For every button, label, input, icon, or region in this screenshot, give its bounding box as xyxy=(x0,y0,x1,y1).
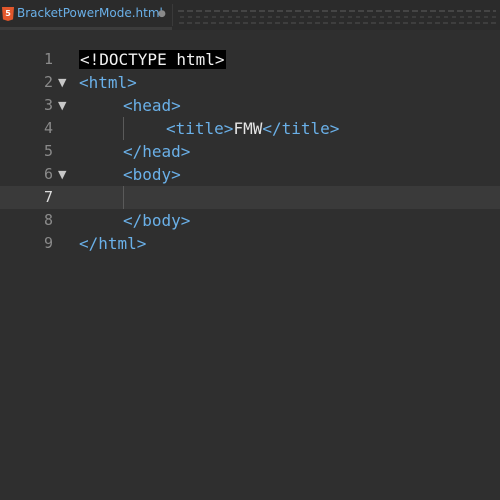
tabbar-background-pattern xyxy=(178,10,496,24)
doctype-declaration: <!DOCTYPE html> xyxy=(79,50,226,69)
line-content: <title>FMW</title> xyxy=(166,117,339,140)
line-content: </body> xyxy=(123,209,190,232)
title-close-tag: </title> xyxy=(262,119,340,138)
line-number: 5 xyxy=(43,142,53,160)
tab-bar: 5 BracketPowerMode.html ● xyxy=(0,0,500,30)
code-line-6[interactable]: 6 ▼ <body> xyxy=(0,163,500,186)
modified-dot-icon[interactable]: ● xyxy=(158,9,166,19)
head-open-tag: <head> xyxy=(123,96,181,115)
body-open-tag: <body> xyxy=(123,165,181,184)
code-line-9[interactable]: 9 </html> xyxy=(0,232,500,255)
code-line-7-active[interactable]: 7 xyxy=(0,186,500,209)
fold-arrow-icon[interactable]: ▼ xyxy=(58,94,66,117)
code-line-5[interactable]: 5 </head> xyxy=(0,140,500,163)
code-line-4[interactable]: 4 <title>FMW</title> xyxy=(0,117,500,140)
line-number: 2 xyxy=(43,73,53,91)
code-editor: 5 BracketPowerMode.html ● 1 <!DOCTYPE ht… xyxy=(0,0,500,500)
line-content: <html> xyxy=(79,71,137,94)
title-text: FMW xyxy=(233,119,263,138)
fold-arrow-icon[interactable]: ▼ xyxy=(58,163,66,186)
line-content: </html> xyxy=(79,232,146,255)
line-content: </head> xyxy=(123,140,190,163)
line-number: 1 xyxy=(43,50,53,68)
fold-arrow-icon[interactable]: ▼ xyxy=(58,71,66,94)
body-close-tag: </body> xyxy=(123,211,191,230)
line-number: 6 xyxy=(43,165,53,183)
line-number: 3 xyxy=(43,96,53,114)
tab-bracketpowermode[interactable]: 5 BracketPowerMode.html ● xyxy=(0,0,172,30)
title-open-tag: <title> xyxy=(166,119,234,138)
line-number: 9 xyxy=(43,234,53,252)
tab-underline xyxy=(0,27,172,30)
indent-guide xyxy=(123,186,124,209)
indent-guide xyxy=(123,117,124,140)
line-content: <!DOCTYPE html> xyxy=(79,48,226,71)
head-close-tag: </head> xyxy=(123,142,191,161)
line-content: <head> xyxy=(123,94,181,117)
html5-icon: 5 xyxy=(2,7,14,21)
code-line-1[interactable]: 1 <!DOCTYPE html> xyxy=(0,48,500,71)
code-area[interactable]: 1 <!DOCTYPE html> 2 ▼ <html> 3 ▼ <head> … xyxy=(0,48,500,255)
code-line-8[interactable]: 8 </body> xyxy=(0,209,500,232)
html-open-tag: <html> xyxy=(79,73,137,92)
tab-file-name: BracketPowerMode.html xyxy=(17,6,163,20)
code-line-2[interactable]: 2 ▼ <html> xyxy=(0,71,500,94)
tab-divider xyxy=(172,4,173,26)
line-content: <body> xyxy=(123,163,181,186)
code-line-3[interactable]: 3 ▼ <head> xyxy=(0,94,500,117)
line-number: 4 xyxy=(43,119,53,137)
line-number: 8 xyxy=(43,211,53,229)
line-number: 7 xyxy=(43,188,53,206)
html-close-tag: </html> xyxy=(79,234,147,253)
